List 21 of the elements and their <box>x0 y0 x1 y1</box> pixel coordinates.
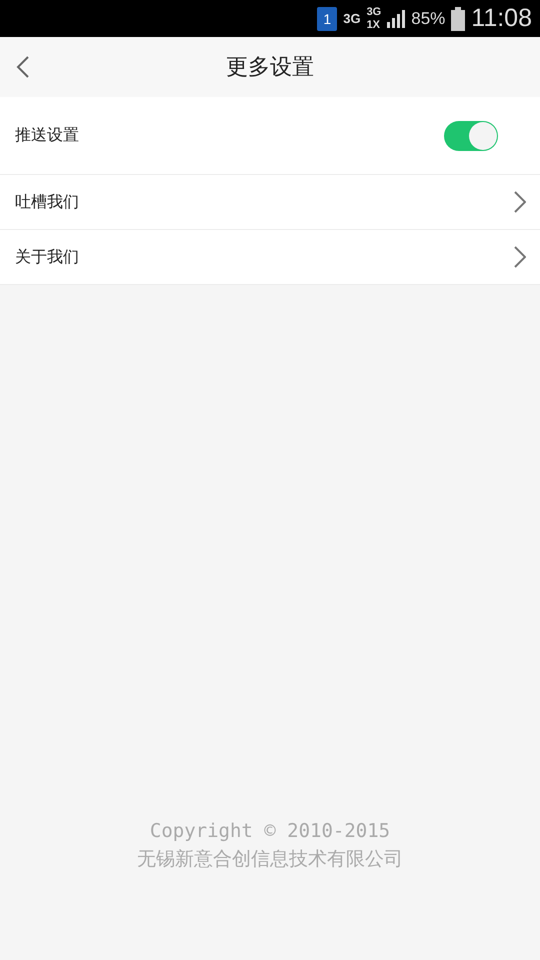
signal-icon <box>387 10 406 28</box>
clock: 11:08 <box>471 4 532 33</box>
settings-row[interactable]: 关于我们 <box>0 230 540 285</box>
setting-label: 关于我们 <box>15 246 79 268</box>
network-label: 1X <box>366 18 382 31</box>
chevron-right-icon <box>514 191 526 213</box>
copyright-text: Copyright © 2010-2015 <box>150 820 390 842</box>
sim-icon: 1 <box>317 6 338 30</box>
setting-label: 推送设置 <box>15 125 79 146</box>
page-title: 更多设置 <box>226 54 314 82</box>
chevron-right-icon <box>514 246 526 268</box>
settings-row[interactable]: 吐槽我们 <box>0 175 540 230</box>
toggle-switch[interactable] <box>444 120 498 150</box>
network-label: 3G <box>343 12 361 25</box>
setting-label: 吐槽我们 <box>15 192 79 212</box>
company-name: 无锡新意合创信息技术有限公司 <box>137 847 403 872</box>
battery-icon <box>451 6 466 30</box>
back-icon[interactable] <box>16 56 30 78</box>
battery-percent: 85% <box>411 8 446 28</box>
settings-row[interactable]: 推送设置 <box>0 97 540 175</box>
network-label: 3G <box>366 6 382 18</box>
